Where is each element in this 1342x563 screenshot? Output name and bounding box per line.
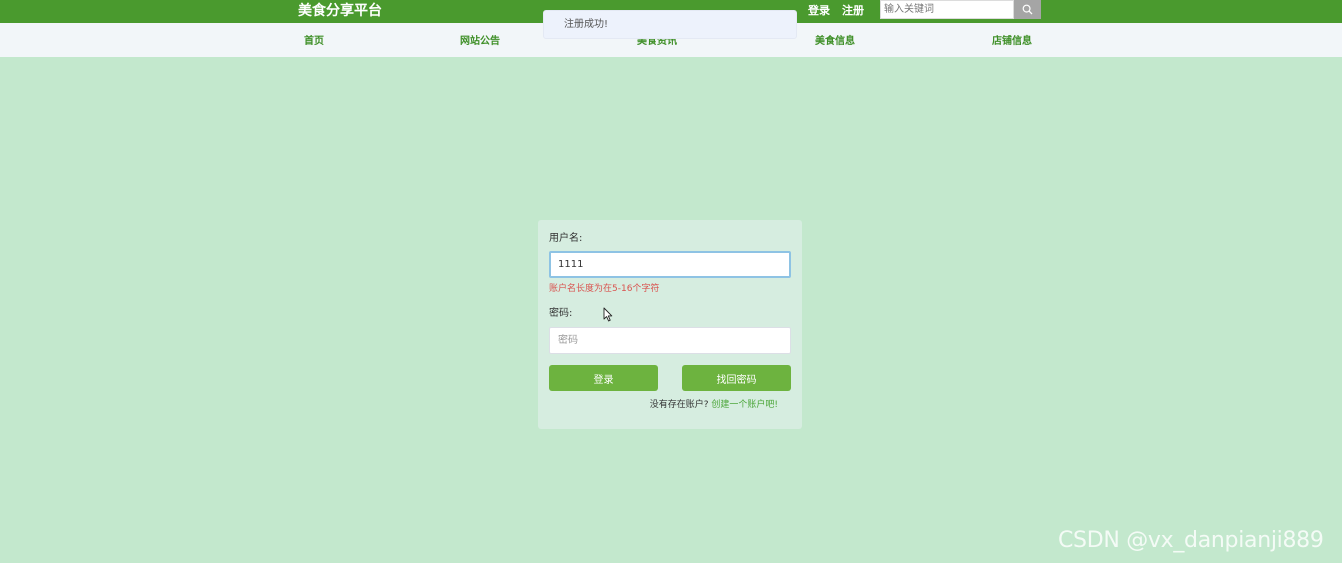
login-link[interactable]: 登录	[808, 3, 830, 19]
nav-item-home[interactable]: 首页	[304, 35, 324, 49]
nav-item-store-info[interactable]: 店铺信息	[992, 35, 1032, 49]
nav-item-announcements[interactable]: 网站公告	[460, 35, 500, 49]
search-icon	[1022, 4, 1033, 15]
search-button[interactable]	[1014, 0, 1041, 19]
password-input[interactable]	[549, 327, 791, 354]
brand-logo[interactable]: 美食分享平台	[298, 1, 382, 21]
username-label: 用户名:	[549, 233, 583, 244]
no-account-text: 没有存在账户?	[649, 400, 709, 410]
register-link[interactable]: 注册	[842, 3, 864, 19]
mouse-cursor-icon	[603, 307, 613, 322]
search-box	[880, 0, 1041, 19]
watermark: CSDN @vx_danpianji889	[1058, 528, 1324, 553]
register-prompt: 没有存在账户? 创建一个账户吧!	[538, 398, 778, 412]
create-account-link[interactable]: 创建一个账户吧!	[711, 400, 778, 410]
login-button[interactable]: 登录	[549, 365, 658, 391]
search-input[interactable]	[880, 0, 1014, 19]
username-input[interactable]	[549, 251, 791, 278]
username-error: 账户名长度为在5-16个字符	[549, 284, 660, 294]
password-label: 密码:	[549, 308, 573, 319]
success-toast: 注册成功!	[543, 10, 797, 39]
nav-item-food-info[interactable]: 美食信息	[815, 35, 855, 49]
auth-links: 登录 注册	[808, 3, 864, 19]
forgot-password-button[interactable]: 找回密码	[682, 365, 791, 391]
login-card: 用户名: 账户名长度为在5-16个字符 密码: 登录 找回密码 没有存在账户? …	[538, 220, 802, 429]
